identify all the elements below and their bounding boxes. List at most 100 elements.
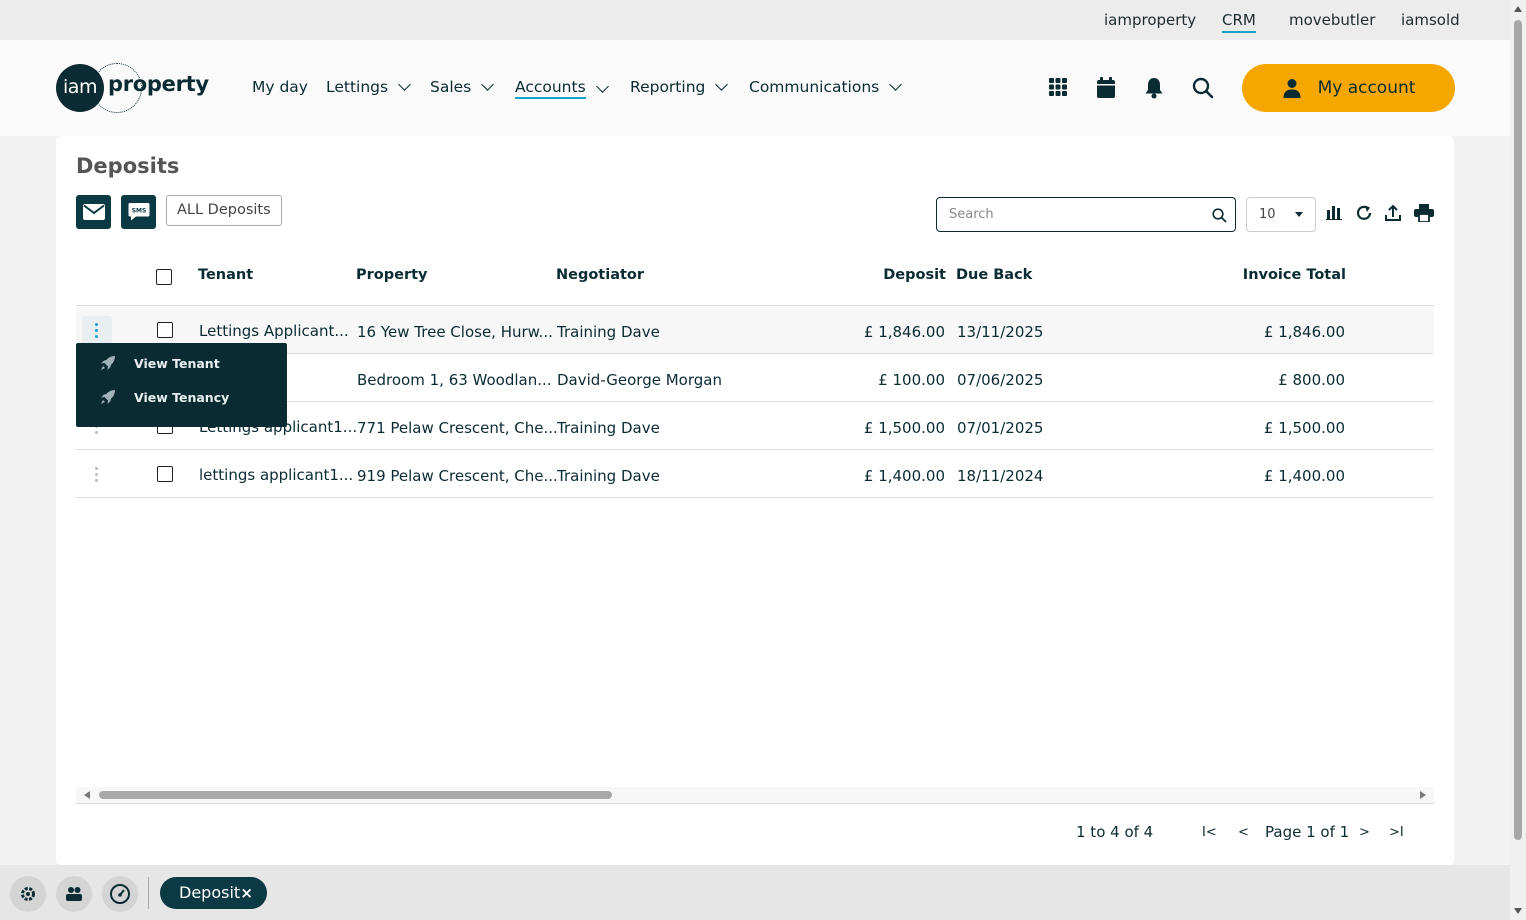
horizontal-scrollbar[interactable] <box>76 787 1434 803</box>
menu-item-view-tenancy[interactable]: View Tenancy <box>100 389 229 405</box>
print-icon[interactable] <box>1414 204 1434 224</box>
cell-deposit: £ 100.00 <box>878 371 945 389</box>
sms-icon-text: SMS <box>131 208 146 215</box>
cell-due-back: 18/11/2024 <box>957 467 1044 485</box>
logo-mark: iam <box>56 64 104 112</box>
row-divider <box>76 497 1434 498</box>
refresh-icon[interactable] <box>1355 204 1375 224</box>
open-tab-label: Deposit <box>179 883 241 902</box>
chevron-down-icon <box>715 78 729 91</box>
dashboard-gauge-icon[interactable] <box>102 876 138 912</box>
product-link-iamproperty[interactable]: iamproperty <box>1104 11 1196 29</box>
scrollbar-thumb[interactable] <box>99 791 612 799</box>
chevron-down-icon <box>398 78 411 91</box>
kebab-menu-icon <box>95 323 99 341</box>
footer-divider <box>76 803 1434 804</box>
cell-deposit: £ 1,400.00 <box>863 467 945 485</box>
all-deposits-filter-button[interactable]: ALL Deposits <box>166 195 282 226</box>
bar-chart-icon[interactable] <box>1326 204 1346 224</box>
scroll-left-arrow-icon[interactable] <box>84 791 90 799</box>
search-icon[interactable] <box>1192 77 1214 99</box>
deposits-card: Deposits SMS ALL Deposits 10 Tenant Prop… <box>56 136 1454 865</box>
sms-button[interactable]: SMS <box>121 195 156 229</box>
nav-label: My day <box>252 78 308 96</box>
envelope-icon <box>82 204 105 220</box>
nav-accounts[interactable]: Accounts <box>515 78 609 99</box>
cell-negotiator: David-George Morgan <box>557 371 722 389</box>
page-indicator: Page 1 of 1 <box>1265 823 1350 841</box>
export-icon[interactable] <box>1384 204 1404 224</box>
scroll-up-arrow-icon[interactable] <box>1514 6 1522 12</box>
product-link-movebutler[interactable]: movebutler <box>1289 11 1375 29</box>
cell-due-back: 07/01/2025 <box>957 419 1044 437</box>
settings-gear-icon[interactable] <box>10 876 46 912</box>
cell-due-back: 07/06/2025 <box>957 371 1044 389</box>
apps-grid-icon[interactable] <box>1048 77 1070 99</box>
close-icon[interactable]: × <box>240 877 253 909</box>
cell-invoice-total: £ 800.00 <box>1278 371 1345 389</box>
previous-page-button[interactable]: < <box>1238 825 1249 840</box>
nav-label: Sales <box>430 78 472 96</box>
scroll-right-arrow-icon[interactable] <box>1420 791 1426 799</box>
page-size-select[interactable]: 10 <box>1246 197 1316 232</box>
main-header: iam property My day Lettings Sales Accou… <box>0 40 1510 136</box>
menu-item-view-tenant[interactable]: View Tenant <box>100 355 220 371</box>
rocket-icon <box>101 356 115 370</box>
column-header-deposit[interactable]: Deposit <box>846 267 946 283</box>
scroll-down-arrow-icon[interactable] <box>1514 908 1522 914</box>
column-header-negotiator[interactable]: Negotiator <box>556 267 644 283</box>
first-page-button[interactable]: I< <box>1202 825 1217 840</box>
bottom-taskbar: Deposit × <box>0 865 1510 920</box>
row-actions-menu: View Tenant View Tenancy <box>76 343 287 427</box>
nav-sales[interactable]: Sales <box>430 78 495 96</box>
search-input[interactable] <box>937 198 1197 231</box>
cell-invoice-total: £ 1,846.00 <box>1263 323 1345 341</box>
search-icon[interactable] <box>1212 208 1227 223</box>
column-header-property[interactable]: Property <box>356 267 428 283</box>
people-icon[interactable] <box>56 876 92 912</box>
page-size-value: 10 <box>1259 207 1276 222</box>
row-checkbox[interactable] <box>157 466 173 482</box>
next-page-button[interactable]: > <box>1359 825 1370 840</box>
search-box <box>936 197 1236 232</box>
pagination-summary: 1 to 4 of 4 <box>1076 823 1154 841</box>
row-checkbox[interactable] <box>157 322 173 338</box>
cell-property: 771 Pelaw Crescent, Che... <box>357 419 558 437</box>
bell-icon[interactable] <box>1144 77 1166 99</box>
sms-icon: SMS <box>128 203 149 221</box>
cell-tenant[interactable]: lettings applicant1... <box>199 466 353 484</box>
nav-communications[interactable]: Communications <box>749 78 903 96</box>
nav-reporting[interactable]: Reporting <box>630 78 729 96</box>
chevron-down-icon <box>595 79 609 93</box>
kebab-menu-icon[interactable] <box>95 467 99 485</box>
rocket-icon <box>101 390 115 404</box>
last-page-button[interactable]: >I <box>1389 825 1404 840</box>
scrollbar-thumb[interactable] <box>1514 20 1522 840</box>
nav-label: Accounts <box>515 78 586 99</box>
column-header-tenant[interactable]: Tenant <box>198 267 253 283</box>
nav-my-day[interactable]: My day <box>252 78 308 96</box>
product-link-iamsold[interactable]: iamsold <box>1401 11 1460 29</box>
menu-item-label: View Tenant <box>134 355 220 371</box>
cell-invoice-total: £ 1,400.00 <box>1263 467 1345 485</box>
cell-property: 919 Pelaw Crescent, Che... <box>357 467 558 485</box>
cell-property: 16 Yew Tree Close, Hurw... <box>357 323 553 341</box>
cell-due-back: 13/11/2025 <box>957 323 1044 341</box>
open-tab-deposit[interactable]: Deposit × <box>160 877 267 909</box>
my-account-button[interactable]: My account <box>1242 64 1455 112</box>
product-link-crm[interactable]: CRM <box>1222 11 1256 33</box>
caret-down-icon <box>1295 212 1303 217</box>
nav-label: Communications <box>749 78 880 96</box>
cell-negotiator: Training Dave <box>557 323 660 341</box>
email-button[interactable] <box>76 195 111 229</box>
chevron-down-icon <box>481 78 495 91</box>
column-header-due-back[interactable]: Due Back <box>956 267 1032 283</box>
iamproperty-logo[interactable]: iam property <box>56 63 209 113</box>
cell-tenant[interactable]: Lettings Applicant... <box>199 322 349 340</box>
nav-lettings[interactable]: Lettings <box>326 78 411 96</box>
column-header-invoice-total[interactable]: Invoice Total <box>1196 267 1346 283</box>
cell-invoice-total: £ 1,500.00 <box>1263 419 1345 437</box>
select-all-checkbox[interactable] <box>156 269 172 285</box>
calendar-icon[interactable] <box>1096 77 1118 99</box>
vertical-scrollbar[interactable] <box>1510 0 1526 920</box>
